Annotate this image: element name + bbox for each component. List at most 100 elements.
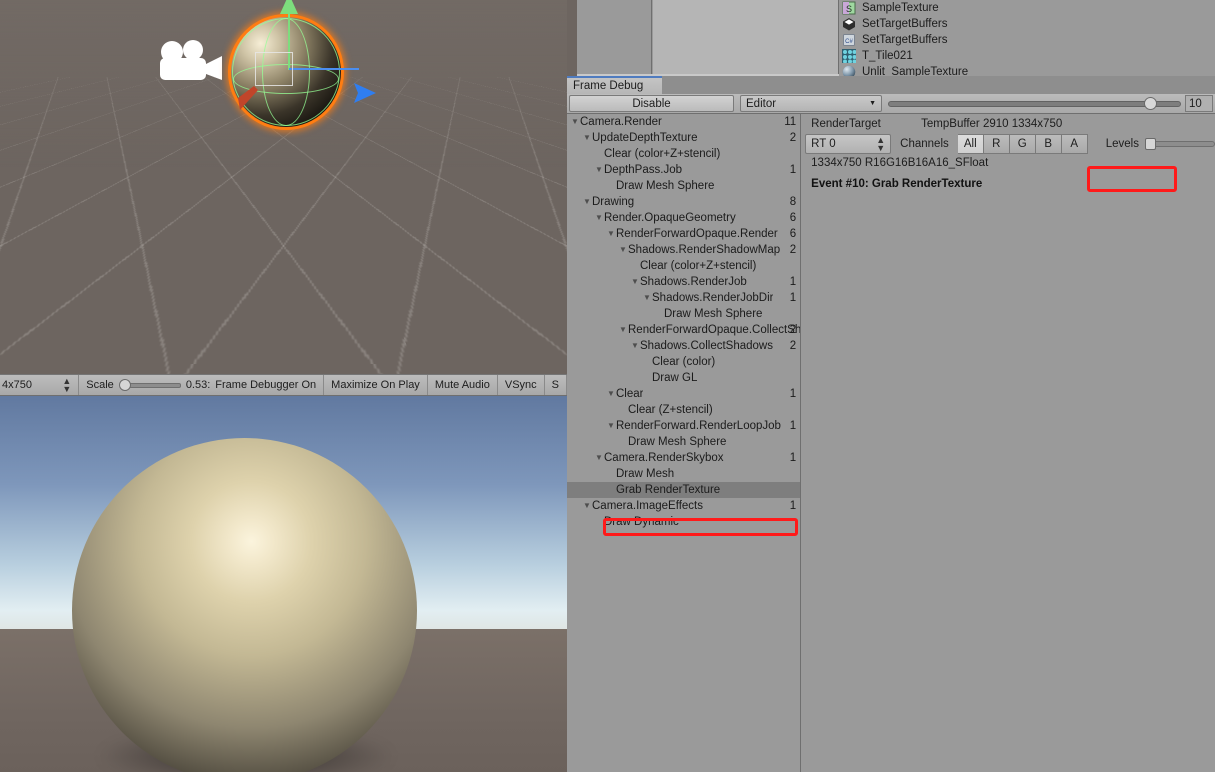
scale-slider-knob[interactable] [118,379,131,391]
tree-row[interactable]: ▼ Clear 1 [567,386,800,402]
tree-row[interactable]: ▼ RenderForwardOpaque.Render 6 [567,226,800,242]
disable-button[interactable]: Disable [569,95,734,112]
frame-debug-body: ▼Camera.Render11▼UpdateDepthTexture2▼Cle… [567,114,1215,772]
event-tree[interactable]: ▼Camera.Render11▼UpdateDepthTexture2▼Cle… [567,114,802,772]
chevron-down-icon[interactable]: ▼ [631,338,640,354]
chevron-down-icon[interactable]: ▼ [595,450,604,466]
tree-row[interactable]: ▼ DepthPass.Job 1 [567,162,800,178]
tree-row[interactable]: ▼ Shadows.RenderJobDir 1 [567,290,800,306]
tree-row[interactable]: ▼ Shadows.RenderJob 1 [567,274,800,290]
chevron-down-icon[interactable]: ▼ [583,130,592,146]
frame-debug-tabbar: Frame Debug [567,76,1215,94]
tree-spacer: ▼ [607,482,616,498]
resolution-dropdown[interactable]: 4x750 ▲ ▼ [0,375,80,395]
tree-row[interactable]: ▼ Camera.RenderSkybox 1 [567,450,800,466]
frame-debug-window[interactable]: Frame Debug Disable Editor ▼ 10 ▼ Camera.… [567,76,1215,772]
tree-row[interactable]: ▼Grab RenderTexture [567,482,801,498]
render-target-value: TempBuffer 2910 1334x750 [921,118,1063,130]
chevron-down-icon[interactable]: ▼ [619,322,628,338]
levels-slider-knob[interactable] [1145,138,1156,150]
tree-row-label: Shadows.RenderJob [640,276,747,288]
tree-row[interactable]: ▼Clear (color+Z+stencil) [567,146,800,162]
maximize-on-play-toggle[interactable]: Maximize On Play [324,375,428,395]
channel-button-all[interactable]: All [957,134,984,154]
rendered-sphere [72,438,417,772]
chevron-down-icon[interactable]: ▼ [607,418,616,434]
tree-row-label: RenderForwardOpaque.Render [616,228,778,240]
list-item[interactable]: T_Tile021 [839,48,1215,64]
tree-row[interactable]: ▼ Camera.ImageEffects 1 [567,498,800,514]
event-index-field[interactable]: 10 [1185,95,1213,112]
event-index-value: 10 [1189,97,1202,110]
tree-row[interactable]: ▼Clear (Z+stencil) [567,402,800,418]
chevron-down-icon[interactable]: ▼ [619,242,628,258]
event-slider[interactable] [888,94,1181,113]
tree-row-label: Shadows.RenderShadowMap [628,244,781,256]
channel-button-b[interactable]: B [1035,134,1062,154]
camera-icon[interactable] [150,38,230,88]
scene-view[interactable] [0,0,567,374]
rt-select-dropdown[interactable]: RT 0 ▲ ▼ [805,134,892,154]
chevron-down-icon[interactable]: ▼ [595,210,604,226]
mute-audio-toggle[interactable]: Mute Audio [428,375,498,395]
chevron-down-icon[interactable]: ▼ [607,386,616,402]
tree-row[interactable]: ▼Draw Dynamic [567,514,800,530]
project-asset-list[interactable]: S SampleTexture SetTargetBuffers C# SetT… [839,0,1215,79]
chevron-down-icon[interactable]: ▼ [631,274,640,290]
tree-row[interactable]: ▼ Shadows.CollectShadows 2 [567,338,800,354]
tree-row[interactable]: ▼Draw Mesh Sphere [567,434,800,450]
list-item[interactable]: S SampleTexture [839,0,1215,16]
tree-spacer: ▼ [655,306,664,322]
render-target-controls[interactable]: RT 0 ▲ ▼ Channels All R G B A Levels [805,134,1215,154]
chevron-down-icon: ▼ [869,100,876,107]
tree-spacer: ▼ [643,354,652,370]
channel-button-r[interactable]: R [983,134,1010,154]
levels-control[interactable]: Levels [1088,134,1215,154]
tree-row[interactable]: ▼ Shadows.RenderShadowMap 2 [567,242,800,258]
vsync-toggle[interactable]: VSync [498,375,545,395]
chevron-down-icon[interactable]: ▼ [583,498,592,514]
tree-row[interactable]: ▼ UpdateDepthTexture 2 [567,130,800,146]
gizmo-arrow-y[interactable] [279,0,299,16]
game-view[interactable] [0,396,567,772]
channel-button-a[interactable]: A [1061,134,1088,154]
frame-debug-toolbar[interactable]: Disable Editor ▼ 10 [567,94,1215,114]
channel-button-g[interactable]: G [1009,134,1036,154]
chevron-down-icon[interactable]: ▼ [571,114,580,130]
gizmo-arrow-z[interactable] [236,84,260,110]
tree-row-count: 2 [789,132,797,144]
stats-toggle[interactable]: S [545,375,567,395]
tab-frame-debug[interactable]: Frame Debug [567,76,662,94]
event-slider-knob[interactable] [1144,97,1158,110]
tree-row[interactable]: ▼ Drawing 8 [567,194,800,210]
tree-row[interactable]: ▼ RenderForward.RenderLoopJob 1 [567,418,800,434]
gizmo-center-handle[interactable] [255,52,293,86]
scale-slider[interactable] [118,379,181,391]
shader-icon: S [842,1,856,15]
tree-row[interactable]: ▼RenderForwardOpaque.CollectShadow2 [567,322,800,338]
chevron-down-icon[interactable]: ▼ [607,226,616,242]
tree-row[interactable]: ▼Clear (color+Z+stencil) [567,258,800,274]
tree-row[interactable]: ▼Draw Mesh Sphere [567,178,800,194]
list-item[interactable]: SetTargetBuffers [839,16,1215,32]
scale-control[interactable]: Scale 0.53: Frame Debugger On [79,375,325,395]
event-slider-track [888,100,1181,107]
target-dropdown[interactable]: Editor ▼ [740,95,882,112]
list-item[interactable]: C# SetTargetBuffers [839,32,1215,48]
tree-row[interactable]: ▼ Render.OpaqueGeometry 6 [567,210,800,226]
tree-row[interactable]: ▼Draw GL [567,370,800,386]
gizmo-arrow-x[interactable] [352,82,376,104]
gizmo-axis-x[interactable] [289,68,359,70]
tree-row-count: 2 [789,244,797,256]
tree-row-label: Grab RenderTexture [616,484,721,496]
tree-row[interactable]: ▼Draw Mesh [567,466,800,482]
chevron-down-icon[interactable]: ▼ [595,162,604,178]
chevron-down-icon[interactable]: ▼ [643,290,652,306]
tree-row[interactable]: ▼Clear (color) [567,354,800,370]
game-view-toolbar[interactable]: 4x750 ▲ ▼ Scale 0.53: Frame Debugger On M… [0,374,567,396]
levels-slider[interactable] [1145,138,1215,150]
chevron-down-icon[interactable]: ▼ [583,194,592,210]
tree-row-count: 6 [789,212,797,224]
tree-row[interactable]: ▼ Camera.Render 11 [567,114,800,130]
tree-row[interactable]: ▼Draw Mesh Sphere [567,306,800,322]
